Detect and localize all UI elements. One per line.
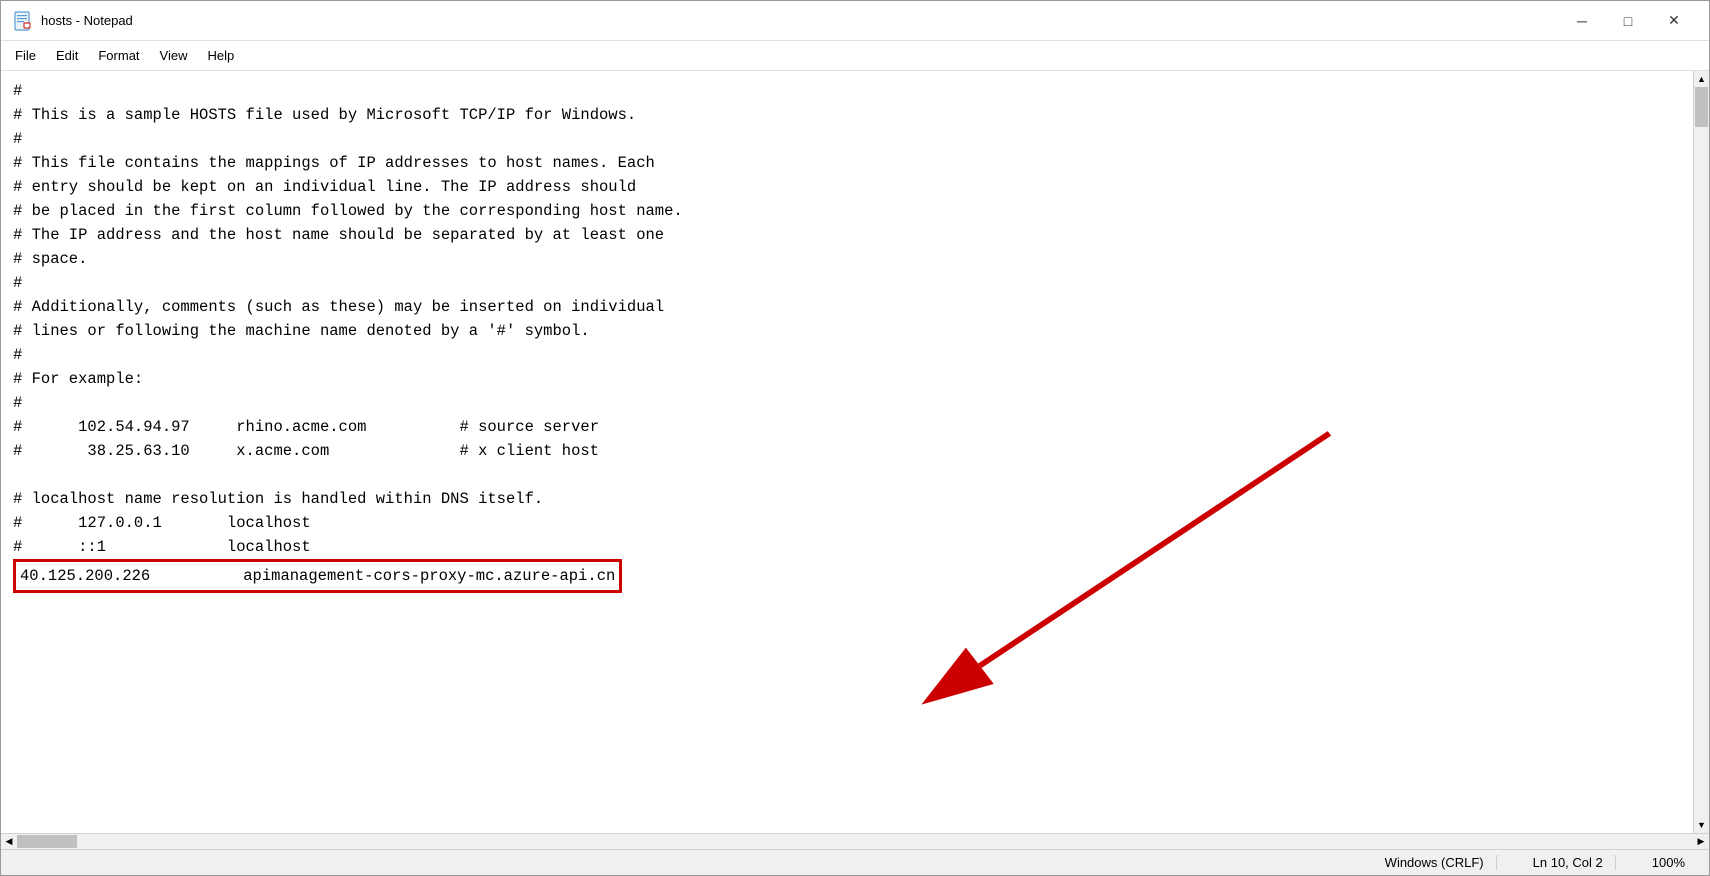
- close-button[interactable]: ✕: [1651, 1, 1697, 41]
- maximize-button[interactable]: □: [1605, 1, 1651, 41]
- window-title: hosts - Notepad: [41, 13, 1559, 28]
- menu-view[interactable]: View: [150, 44, 198, 67]
- scroll-track-h[interactable]: [17, 834, 1693, 849]
- menu-help[interactable]: Help: [197, 44, 244, 67]
- scroll-thumb-h[interactable]: [17, 835, 77, 848]
- highlighted-entry: 40.125.200.226 apimanagement-cors-proxy-…: [13, 559, 622, 593]
- vertical-scrollbar[interactable]: ▲ ▼: [1693, 71, 1709, 833]
- editor-container: # # This is a sample HOSTS file used by …: [1, 71, 1709, 833]
- scroll-thumb-v[interactable]: [1695, 87, 1708, 127]
- scroll-down-button[interactable]: ▼: [1694, 817, 1710, 833]
- statusbar: Windows (CRLF) Ln 10, Col 2 100%: [1, 849, 1709, 875]
- scroll-up-button[interactable]: ▲: [1694, 71, 1710, 87]
- scroll-right-button[interactable]: ▶: [1693, 834, 1709, 850]
- minimize-button[interactable]: ─: [1559, 1, 1605, 41]
- cursor-position-status: Ln 10, Col 2: [1521, 855, 1616, 870]
- app-icon: [13, 11, 33, 31]
- zoom-status: 100%: [1640, 855, 1697, 870]
- scroll-left-button[interactable]: ◀: [1, 834, 17, 850]
- menubar: File Edit Format View Help: [1, 41, 1709, 71]
- editor-text[interactable]: # # This is a sample HOSTS file used by …: [1, 71, 1693, 833]
- editor-scroll[interactable]: # # This is a sample HOSTS file used by …: [1, 71, 1693, 833]
- menu-edit[interactable]: Edit: [46, 44, 88, 67]
- main-window: hosts - Notepad ─ □ ✕ File Edit Format V…: [0, 0, 1710, 876]
- titlebar: hosts - Notepad ─ □ ✕: [1, 1, 1709, 41]
- menu-file[interactable]: File: [5, 44, 46, 67]
- horizontal-scrollbar[interactable]: ◀ ▶: [1, 833, 1709, 849]
- line-ending-status: Windows (CRLF): [1373, 855, 1497, 870]
- menu-format[interactable]: Format: [88, 44, 149, 67]
- scroll-track-v[interactable]: [1694, 87, 1709, 817]
- window-controls: ─ □ ✕: [1559, 1, 1697, 41]
